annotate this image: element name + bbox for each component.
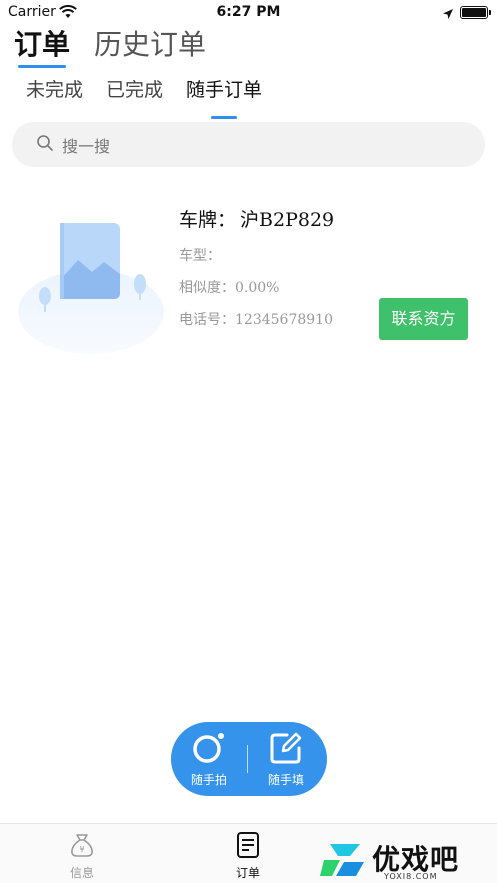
- search-icon: [36, 134, 54, 156]
- watermark-url: YOXI8.COM: [384, 872, 438, 881]
- location-arrow-icon: [442, 5, 454, 24]
- tabbar-info-label: 信息: [69, 866, 94, 880]
- tabbar-item-orders[interactable]: 订单: [208, 832, 288, 881]
- image-placeholder-icon: [16, 212, 166, 357]
- subtab-casual-orders-label: 随手订单: [186, 79, 263, 101]
- camera-icon: [192, 732, 226, 769]
- sub-tabs: 未完成 已完成 随手订单: [26, 76, 285, 119]
- tab-orders[interactable]: 订单: [14, 28, 71, 68]
- order-info: 车牌： 沪B2P829 车型： 相似度：0.00% 电话号：12345678910: [179, 206, 334, 330]
- quick-fill-label: 随手填: [267, 772, 304, 787]
- order-card[interactable]: 车牌： 沪B2P829 车型： 相似度：0.00% 电话号：12345678910…: [0, 190, 497, 360]
- phone-label: 电话号：: [179, 312, 235, 328]
- quick-photo-label: 随手拍: [190, 772, 227, 787]
- search-input[interactable]: 搜一搜: [12, 122, 485, 167]
- quick-action-button: 随手拍 随手填: [171, 722, 327, 796]
- search-placeholder: 搜一搜: [62, 136, 111, 156]
- money-bag-icon: ¥: [68, 834, 96, 862]
- document-icon: [235, 832, 261, 862]
- tab-orders-label: 订单: [14, 28, 71, 61]
- subtab-casual-orders[interactable]: 随手订单: [186, 76, 263, 119]
- plate-value: 沪B2P829: [240, 209, 335, 231]
- tabbar-orders-label: 订单: [235, 866, 260, 880]
- phone-value: 12345678910: [235, 312, 333, 328]
- tab-history-orders-label: 历史订单: [94, 28, 207, 61]
- svg-text:¥: ¥: [79, 845, 84, 854]
- plate-label: 车牌：: [179, 209, 237, 231]
- model-row: 车型：: [179, 246, 334, 266]
- subtab-completed-label: 已完成: [106, 79, 164, 101]
- quick-photo-button[interactable]: 随手拍: [171, 731, 247, 788]
- similarity-label: 相似度：: [179, 280, 235, 296]
- battery-level: [462, 8, 486, 17]
- clock: 6:27 PM: [216, 4, 281, 20]
- battery-icon: [460, 6, 491, 19]
- model-label: 车型：: [179, 248, 221, 264]
- quick-fill-button[interactable]: 随手填: [248, 731, 324, 788]
- watermark: 优戏吧 YOXI8.COM: [320, 838, 497, 883]
- subtab-incomplete-label: 未完成: [26, 79, 84, 101]
- tab-orders-indicator: [18, 65, 67, 68]
- status-bar: Carrier 6:27 PM: [0, 0, 497, 26]
- contact-funder-button[interactable]: 联系资方: [379, 298, 468, 340]
- similarity-value: 0.00%: [235, 280, 280, 296]
- main-tabs: 订单 历史订单: [14, 26, 230, 68]
- subtab-active-indicator: [211, 116, 238, 119]
- similarity-row: 相似度：0.00%: [179, 278, 334, 298]
- tabbar-item-info[interactable]: ¥ 信息: [42, 832, 122, 881]
- phone-row: 电话号：12345678910: [179, 310, 334, 330]
- watermark-logo-icon: [320, 840, 368, 883]
- subtab-incomplete[interactable]: 未完成: [26, 76, 83, 112]
- edit-icon: [269, 732, 303, 769]
- plate-row: 车牌： 沪B2P829: [179, 206, 334, 234]
- subtab-completed[interactable]: 已完成: [106, 76, 163, 112]
- tab-history-orders[interactable]: 历史订单: [94, 28, 206, 66]
